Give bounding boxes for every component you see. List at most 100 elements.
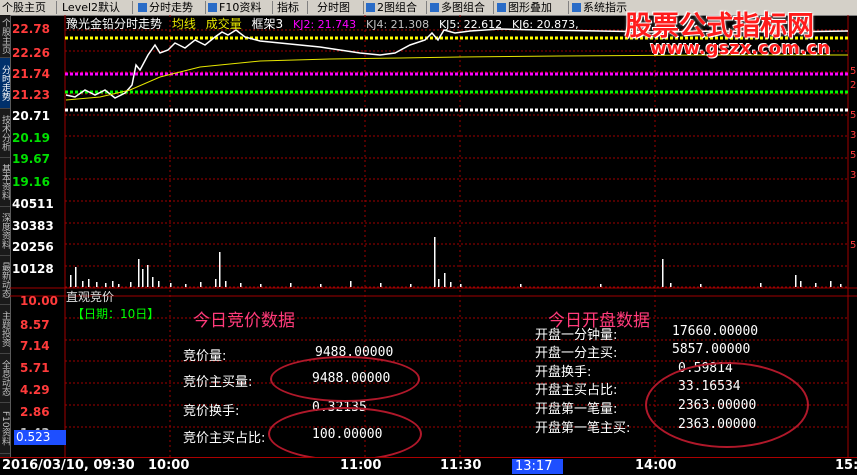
volume-bar xyxy=(105,283,107,287)
volume-bar xyxy=(219,252,221,287)
open-buy-ratio-label: 开盘主买占比: xyxy=(535,383,618,398)
right-axis-label: 3 xyxy=(850,130,857,141)
toolbar-label: 分时图 xyxy=(317,1,350,14)
panel-axis-label: 2.86 xyxy=(20,405,50,419)
open-first-buy-label: 开盘第一笔主买: xyxy=(535,421,631,436)
volume-bar xyxy=(444,273,446,287)
chart-title: 豫光金铅分时走势 xyxy=(66,17,163,31)
toolbar-2chart-combo[interactable]: 2图组合 xyxy=(366,0,417,15)
volume-bar xyxy=(600,284,602,287)
settings-icon xyxy=(572,3,581,12)
right-axis-label: 2 xyxy=(850,80,857,91)
toolbar-separator xyxy=(132,1,133,14)
time-axis: 2016/03/10, 09:30 10:00 11:00 11:30 13:1… xyxy=(0,457,857,475)
right-axis-label: 5 xyxy=(850,150,857,161)
open-minute-volume-label: 开盘一分钟量: xyxy=(535,328,618,343)
watermark-url: www.gszx.com.cn xyxy=(650,38,831,59)
right-axis-label: 5 xyxy=(850,240,857,251)
volume-bar xyxy=(350,281,352,287)
price-axis-label: 19.67 xyxy=(12,152,50,166)
volume-bar xyxy=(70,275,72,287)
volume-bar xyxy=(460,284,462,287)
toolbar-multi-combo[interactable]: 多图组合 xyxy=(430,0,485,15)
price-axis-label: 21.74 xyxy=(12,67,50,81)
toolbar-label: 多图组合 xyxy=(441,1,485,14)
overlay-icon xyxy=(497,3,506,12)
kj4-value: KJ4: 21.308 xyxy=(365,18,430,31)
date-tag: 【日期：10日】 xyxy=(72,307,160,321)
price-axis-label: 20.19 xyxy=(12,131,50,145)
time-tick: 14:00 xyxy=(635,458,677,473)
auction-turnover-label: 竞价换手: xyxy=(183,404,240,419)
panel-axis-label: 7.14 xyxy=(20,339,50,353)
volume-bar xyxy=(260,284,262,287)
volume-bar xyxy=(410,284,412,287)
frame-label[interactable]: 框架3 xyxy=(252,17,284,31)
toolbar-intraday[interactable]: 分时走势 xyxy=(138,0,193,15)
avg-line-label[interactable]: 均线 xyxy=(172,17,196,31)
volume-bar xyxy=(670,283,672,287)
chart-icon xyxy=(138,3,147,12)
toolbar-separator xyxy=(272,1,273,14)
watermark: 股票公式指标网 www.gszx.com.cn xyxy=(610,0,857,62)
kj6-value: KJ6: 20.873, xyxy=(511,18,579,31)
toolbar-separator xyxy=(568,1,569,14)
volume-bar xyxy=(800,281,802,287)
toolbar-overlay[interactable]: 图形叠加 xyxy=(497,0,552,15)
toolbar-label: 指标 xyxy=(277,1,299,14)
volume-bar xyxy=(96,282,98,287)
auction-heading: 今日竞价数据 xyxy=(193,311,295,331)
grid-icon xyxy=(366,3,375,12)
volume-bar xyxy=(225,281,227,287)
volume-bar xyxy=(138,259,140,287)
kj2-value: KJ2: 21.743 xyxy=(293,18,357,31)
open-first-trade-label: 开盘第一笔量: xyxy=(535,402,618,417)
toolbar-separator xyxy=(307,1,308,14)
panel-axis-label: 8.57 xyxy=(20,318,50,332)
auction-buy-ratio-label: 竞价主买占比: xyxy=(183,431,266,446)
toolbar-stock-home[interactable]: 个股主页 xyxy=(2,0,46,15)
toolbar-f10[interactable]: F10资料 xyxy=(208,0,261,15)
price-axis-label: 22.78 xyxy=(12,22,50,36)
price-axis-label: 20.71 xyxy=(12,109,50,123)
open-minute-volume-value: 17660.00000 xyxy=(672,324,759,339)
toolbar-label: 个股主页 xyxy=(2,1,46,14)
right-axis-label: 5 xyxy=(850,110,857,121)
volume-bar xyxy=(75,267,77,287)
toolbar-label: 2图组合 xyxy=(377,1,417,14)
time-tick: 11:00 xyxy=(340,458,382,473)
volume-bar xyxy=(320,284,322,287)
grid-icon xyxy=(430,3,439,12)
volume-bar xyxy=(215,279,217,287)
time-tick: 10:00 xyxy=(148,458,190,473)
volume-bar xyxy=(170,283,172,287)
volume-bar xyxy=(815,283,817,287)
volume-axis-label: 20256 xyxy=(12,240,54,254)
volume-bar xyxy=(200,282,202,287)
volume-axis-label: 30383 xyxy=(12,219,54,233)
highlight-ring xyxy=(645,362,809,448)
toolbar-separator xyxy=(426,1,427,14)
toolbar-intraday-chart[interactable]: 分时图 xyxy=(317,0,350,15)
toolbar-indicator[interactable]: 指标 xyxy=(277,0,299,15)
toolbar-label: F10资料 xyxy=(219,1,262,14)
highlight-ring xyxy=(268,407,422,461)
price-axis-label: 22.26 xyxy=(12,46,50,60)
price-axis-label: 21.23 xyxy=(12,88,50,102)
volume-bar xyxy=(434,237,436,287)
toolbar-level2[interactable]: Level2默认 xyxy=(62,0,120,15)
toolbar-separator xyxy=(363,1,364,14)
right-axis-label: 5 xyxy=(850,66,857,77)
volume-label[interactable]: 成交量 xyxy=(206,17,242,31)
auction-volume-label: 竞价量: xyxy=(183,349,227,364)
highlight-ring xyxy=(270,356,420,402)
panel-header[interactable]: 直观竞价 xyxy=(66,288,114,305)
volume-bar xyxy=(147,265,149,287)
auction-buy-volume-label: 竞价主买量: xyxy=(183,375,253,390)
current-value-badge: 0.523 xyxy=(14,430,66,445)
volume-bar xyxy=(830,281,832,287)
date-label: 2016/03/10, 09:30 xyxy=(2,458,135,473)
toolbar-separator xyxy=(493,1,494,14)
toolbar-label: 分时走势 xyxy=(149,1,193,14)
volume-bar xyxy=(700,284,702,287)
